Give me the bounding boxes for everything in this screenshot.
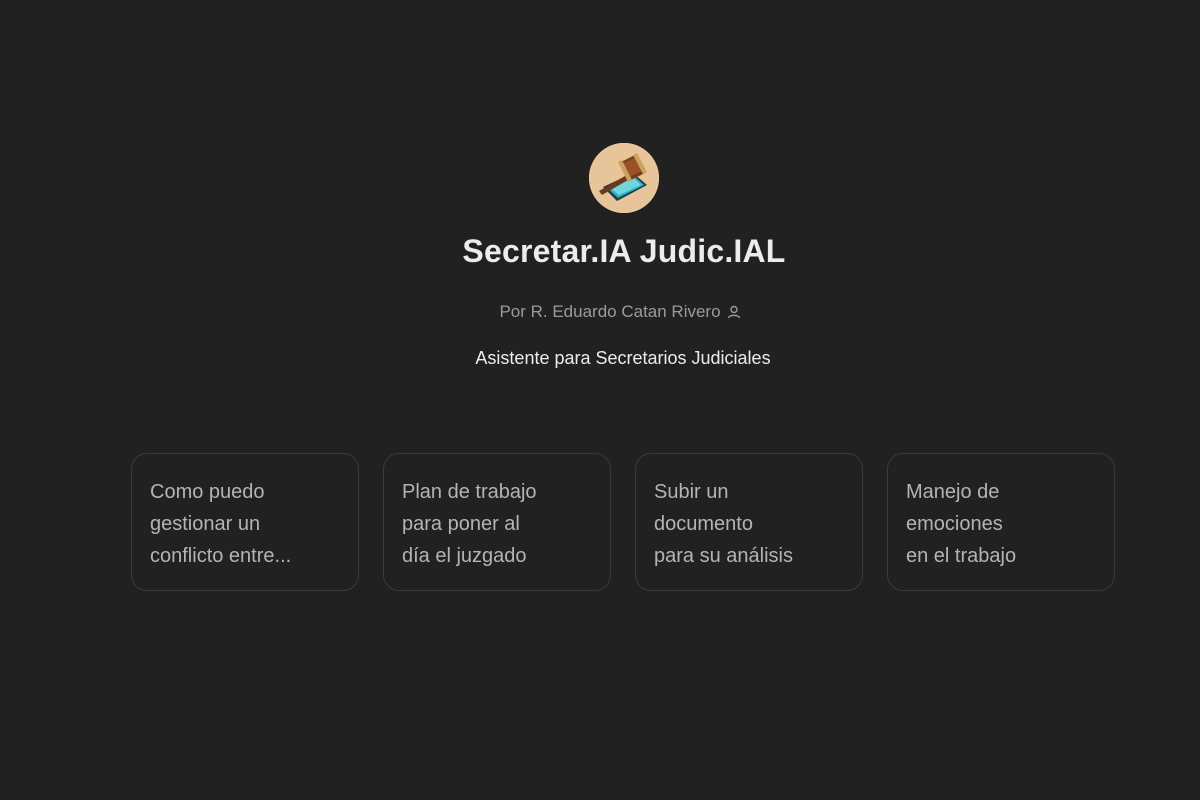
starter-line: Manejo de <box>906 481 1000 503</box>
starter-line: Subir un <box>654 481 729 503</box>
starter-line: conflicto entre... <box>150 545 292 567</box>
starter-line: para su análisis <box>654 545 793 567</box>
starter-line: Como puedo <box>150 481 265 503</box>
author-name[interactable]: Por R. Eduardo Catan Rivero <box>499 302 720 321</box>
gpt-landing: Secretar.IA Judic.IAL Por R. Eduardo Cat… <box>0 0 1200 800</box>
gpt-title: Secretar.IA Judic.IAL <box>462 233 786 269</box>
gavel-icon <box>589 143 659 213</box>
author-line[interactable]: Por R. Eduardo Catan Rivero <box>0 302 1200 324</box>
gpt-avatar <box>589 143 659 213</box>
conversation-starter-2[interactable]: Plan de trabajo para poner al día el juz… <box>383 453 611 591</box>
starter-line: emociones <box>906 513 1003 535</box>
conversation-starter-4[interactable]: Manejo de emociones en el trabajo <box>887 453 1115 591</box>
person-icon <box>727 304 741 324</box>
gpt-description: Asistente para Secretarios Judiciales <box>475 348 771 368</box>
starter-line: Plan de trabajo <box>402 481 537 503</box>
conversation-starter-3[interactable]: Subir un documento para su análisis <box>635 453 863 591</box>
starter-line: documento <box>654 513 753 535</box>
starter-line: en el trabajo <box>906 545 1017 567</box>
starter-line: gestionar un <box>150 513 261 535</box>
starter-line: para poner al <box>402 513 520 535</box>
conversation-starter-1[interactable]: Como puedo gestionar un conflicto entre.… <box>131 453 359 591</box>
starter-line: día el juzgado <box>402 545 527 567</box>
